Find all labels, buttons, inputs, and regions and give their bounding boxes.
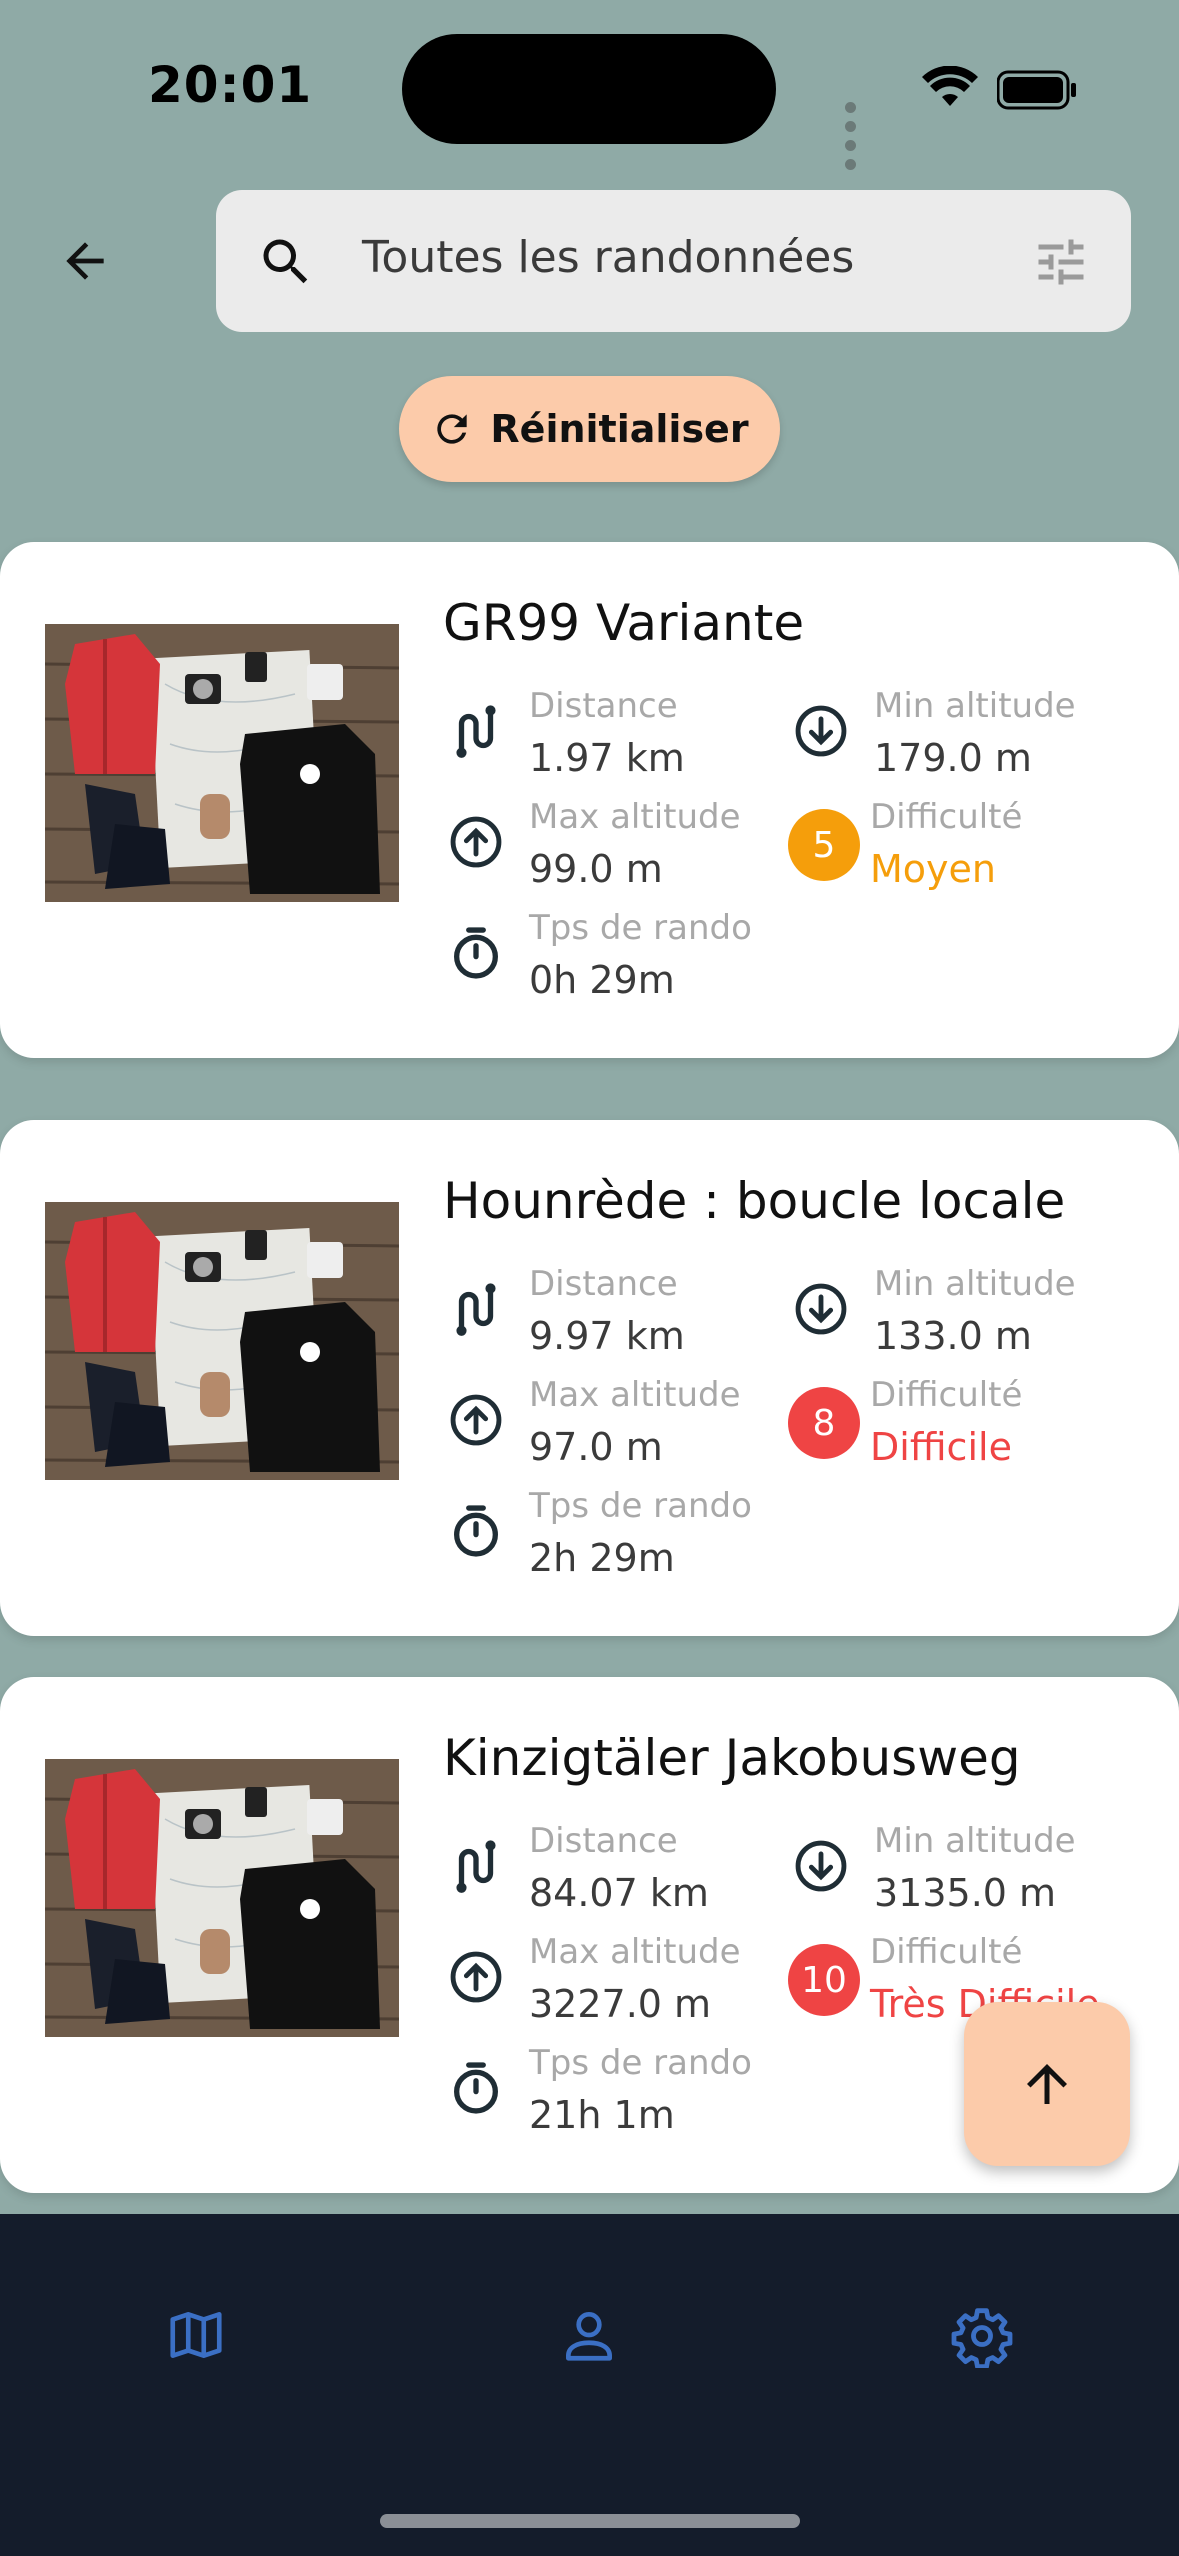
duration-value: 21h 1m: [529, 2093, 675, 2137]
stat-label: Difficulté: [870, 797, 1023, 837]
hike-card[interactable]: Hounrède : boucle locale Distance 9.97 k…: [0, 1120, 1179, 1636]
difficulty-label: Difficile: [870, 1425, 1012, 1469]
hike-title: Kinzigtäler Jakobusweg: [443, 1729, 1021, 1787]
stat-label: Max altitude: [529, 797, 741, 837]
back-button[interactable]: [50, 226, 120, 296]
hike-title: GR99 Variante: [443, 594, 805, 652]
arrow-down-circle-icon: [792, 1837, 850, 1899]
stat-label: Tps de rando: [529, 1486, 752, 1526]
min-altitude-value: 133.0 m: [874, 1314, 1032, 1358]
hike-card[interactable]: GR99 Variante Distance 1.97 km Max altit…: [0, 542, 1179, 1058]
filter-sliders-icon[interactable]: [1031, 232, 1091, 292]
hike-thumbnail: [45, 1202, 399, 1480]
timer-icon: [447, 2059, 505, 2121]
distance-value: 1.97 km: [529, 736, 685, 780]
difficulty-badge: 10: [788, 1944, 860, 2016]
nav-map-button[interactable]: [165, 2304, 227, 2370]
signal-dots-icon: [845, 98, 861, 174]
search-icon: [263, 239, 308, 284]
max-altitude-value: 97.0 m: [529, 1425, 663, 1469]
min-altitude-value: 3135.0 m: [874, 1871, 1057, 1915]
distance-route-icon: [447, 702, 505, 764]
nav-settings-button[interactable]: [950, 2304, 1014, 2372]
reset-button[interactable]: Réinitialiser: [399, 376, 780, 482]
max-altitude-value: 99.0 m: [529, 847, 663, 891]
profile-icon: [566, 2312, 612, 2361]
dynamic-island: [402, 34, 776, 144]
arrow-up-circle-icon: [447, 813, 505, 875]
stat-label: Distance: [529, 1264, 678, 1304]
hike-thumbnail: [45, 624, 399, 902]
hike-title: Hounrède : boucle locale: [443, 1172, 1066, 1230]
distance-value: 9.97 km: [529, 1314, 685, 1358]
stat-label: Min altitude: [874, 1821, 1076, 1861]
map-icon: [170, 2312, 222, 2358]
settings-icon: [951, 2308, 1013, 2370]
difficulty-label: Moyen: [870, 847, 996, 891]
arrow-up-circle-icon: [447, 1391, 505, 1453]
stat-label: Min altitude: [874, 686, 1076, 726]
arrow-down-circle-icon: [792, 1280, 850, 1342]
arrow-down-circle-icon: [792, 702, 850, 764]
stat-label: Max altitude: [529, 1932, 741, 1972]
battery-icon: [997, 70, 1076, 110]
min-altitude-value: 179.0 m: [874, 736, 1032, 780]
scroll-to-top-button[interactable]: [964, 2002, 1130, 2166]
timer-icon: [447, 924, 505, 986]
duration-value: 0h 29m: [529, 958, 675, 1002]
stat-label: Distance: [529, 1821, 678, 1861]
search-input[interactable]: Toutes les randonnées: [362, 232, 854, 283]
duration-value: 2h 29m: [529, 1536, 675, 1580]
distance-value: 84.07 km: [529, 1871, 709, 1915]
max-altitude-value: 3227.0 m: [529, 1982, 712, 2026]
difficulty-badge: 5: [788, 809, 860, 881]
stat-label: Min altitude: [874, 1264, 1076, 1304]
wifi-icon: [922, 66, 978, 106]
home-indicator: [380, 2514, 800, 2528]
arrow-up-icon: [1027, 2064, 1067, 2104]
reset-label: Réinitialiser: [490, 407, 749, 451]
stat-label: Difficulté: [870, 1932, 1023, 1972]
search-bar[interactable]: Toutes les randonnées: [216, 190, 1131, 332]
distance-route-icon: [447, 1837, 505, 1899]
difficulty-badge: 8: [788, 1387, 860, 1459]
status-time: 20:01: [148, 56, 313, 114]
stat-label: Distance: [529, 686, 678, 726]
bottom-navigation: [0, 2214, 1179, 2556]
stat-label: Tps de rando: [529, 908, 752, 948]
hike-thumbnail: [45, 1759, 399, 2037]
stat-label: Difficulté: [870, 1375, 1023, 1415]
arrow-up-circle-icon: [447, 1948, 505, 2010]
arrow-left-icon: [66, 242, 104, 280]
distance-route-icon: [447, 1280, 505, 1342]
timer-icon: [447, 1502, 505, 1564]
stat-label: Max altitude: [529, 1375, 741, 1415]
refresh-icon: [437, 414, 468, 444]
stat-label: Tps de rando: [529, 2043, 752, 2083]
nav-profile-button[interactable]: [558, 2304, 620, 2370]
